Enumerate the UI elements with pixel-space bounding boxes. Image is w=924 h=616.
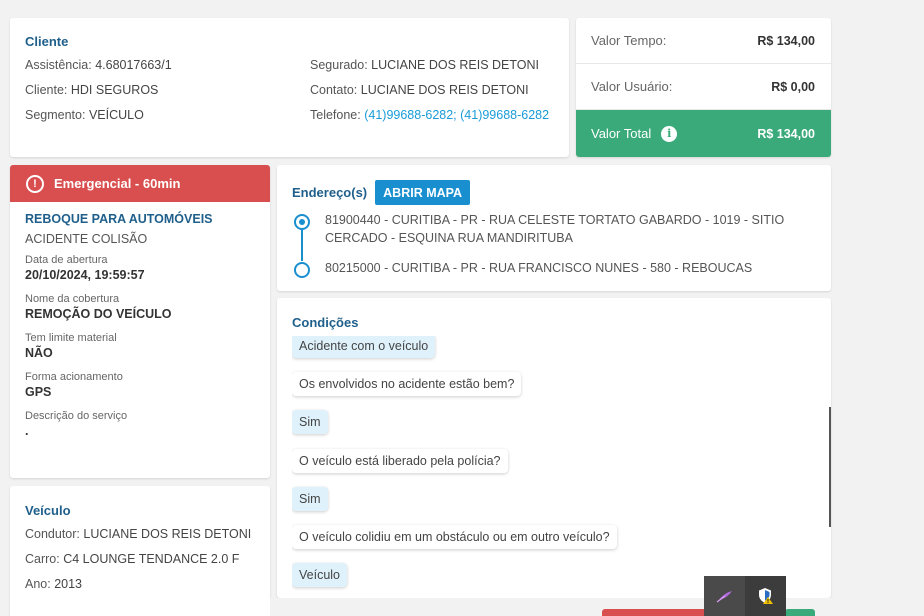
service-card: ! Emergencial - 60min REBOQUE PARA AUTOM… (10, 165, 270, 478)
insured-value: LUCIANE DOS REIS DETONI (371, 58, 540, 72)
vehicle-card: Veículo Condutor: LUCIANE DOS REIS DETON… (10, 486, 270, 616)
conditions-scrollbar[interactable] (829, 407, 831, 527)
contact-value: LUCIANE DOS REIS DETONI (360, 83, 529, 97)
time-value-row: Valor Tempo: R$ 134,00 (576, 18, 831, 64)
confirm-button[interactable] (785, 609, 815, 616)
user-value-label: Valor Usuário: (591, 79, 673, 94)
assistance-label: Assistência: (25, 58, 92, 72)
address-card: Endereço(s) ABRIR MAPA 81900440 - CURITI… (277, 165, 831, 291)
total-value: R$ 134,00 (757, 126, 815, 141)
segment-label: Segmento: (25, 108, 86, 122)
shield-warning-icon (758, 588, 773, 604)
assistance-row: Assistência: 4.68017663/1 (25, 53, 310, 78)
shield-warning-icon[interactable] (745, 576, 786, 616)
field-value: GPS (25, 385, 52, 399)
contact-label: Contato: (310, 83, 358, 97)
client-row: Cliente: HDI SEGUROS (25, 78, 310, 103)
answer-bubble: Acidente com o veículo (292, 336, 436, 358)
address-text: 80215000 - CURITIBA - PR - RUA FRANCISCO… (325, 261, 753, 275)
user-value-row: Valor Usuário: R$ 0,00 (576, 64, 831, 110)
field-value: NÃO (25, 346, 53, 360)
driver-value: LUCIANE DOS REIS DETONI (83, 527, 252, 541)
question-bubble: O veículo está liberado pela polícia? (292, 449, 508, 473)
time-value-label: Valor Tempo: (591, 33, 667, 48)
time-value: R$ 134,00 (757, 33, 815, 48)
feather-pen-icon[interactable] (704, 576, 745, 616)
emergency-label: Emergencial - 60min (54, 176, 181, 191)
service-title: REBOQUE PARA AUTOMÓVEIS (25, 212, 213, 226)
bottom-action-bar (270, 598, 924, 616)
floating-tray (704, 576, 786, 616)
conditions-title: Condições (292, 315, 359, 330)
field-label: Descrição do serviço (25, 410, 128, 422)
emergency-badge: ! Emergencial - 60min (10, 165, 270, 202)
insured-label: Segurado: (310, 58, 368, 72)
values-card: Valor Tempo: R$ 134,00 Valor Usuário: R$… (576, 18, 831, 157)
conditions-card: Condições Acidente com o veículo Os envo… (277, 298, 831, 598)
field-label: Data de abertura (25, 254, 108, 266)
question-bubble: Os envolvidos no acidente estão bem? (292, 372, 522, 396)
address-item: 80215000 - CURITIBA - PR - RUA FRANCISCO… (292, 259, 816, 278)
alert-circle-icon: ! (26, 174, 44, 193)
open-map-button[interactable]: ABRIR MAPA (375, 180, 471, 205)
field-value: . (25, 424, 29, 438)
phone-link[interactable]: (41)99688-6282; (41)99688-6282 (364, 108, 549, 122)
driver-row: Condutor: LUCIANE DOS REIS DETONI (25, 522, 255, 547)
contact-row: Contato: LUCIANE DOS REIS DETONI (310, 78, 549, 103)
year-row: Ano: 2013 (25, 572, 255, 597)
driver-label: Condutor: (25, 527, 80, 541)
phone-label: Telefone: (310, 108, 361, 122)
address-item: 81900440 - CURITIBA - PR - RUA CELESTE T… (292, 211, 816, 247)
car-value: C4 LOUNGE TENDANCE 2.0 F (63, 552, 240, 566)
origin-marker-icon (294, 214, 310, 230)
field-value: 20/10/2024, 19:59:57 (25, 268, 145, 282)
year-label: Ano: (25, 577, 51, 591)
address-text: 81900440 - CURITIBA - PR - RUA CELESTE T… (325, 213, 785, 245)
answer-bubble: Sim (292, 410, 328, 434)
total-value-row: Valor Total i R$ 134,00 (576, 110, 831, 157)
client-card: Cliente Assistência: 4.68017663/1 Client… (10, 18, 569, 157)
field-label: Nome da cobertura (25, 293, 120, 305)
conditions-chat[interactable]: Acidente com o veículo Os envolvidos no … (292, 336, 816, 598)
answer-bubble: Sim (292, 487, 328, 511)
client-label: Cliente: (25, 83, 68, 97)
vehicle-title: Veículo (25, 503, 71, 518)
phone-row: Telefone: (41)99688-6282; (41)99688-6282 (310, 103, 549, 128)
segment-value: VEÍCULO (88, 108, 144, 122)
client-title: Cliente (25, 34, 69, 49)
car-row: Carro: C4 LOUNGE TENDANCE 2.0 F (25, 547, 255, 572)
answer-bubble: Veículo (292, 563, 348, 587)
client-value: HDI SEGUROS (70, 83, 159, 97)
address-title: Endereço(s) (292, 185, 368, 200)
field-label: Tem limite material (25, 332, 117, 344)
insured-row: Segurado: LUCIANE DOS REIS DETONI (310, 53, 549, 78)
total-value-label: Valor Total (591, 126, 652, 141)
car-label: Carro: (25, 552, 60, 566)
service-subtitle: ACIDENTE COLISÃO (25, 232, 148, 246)
user-value: R$ 0,00 (771, 79, 815, 94)
field-label: Forma acionamento (25, 371, 123, 383)
cancel-button[interactable] (602, 609, 712, 616)
question-bubble: O veículo colidiu em um obstáculo ou em … (292, 525, 617, 549)
year-value: 2013 (54, 577, 83, 591)
destination-marker-icon (294, 262, 310, 278)
info-icon[interactable]: i (661, 125, 678, 142)
assistance-value: 4.68017663/1 (95, 58, 172, 72)
feather-pen-icon (716, 591, 732, 603)
segment-row: Segmento: VEÍCULO (25, 103, 310, 128)
address-list: 81900440 - CURITIBA - PR - RUA CELESTE T… (292, 211, 816, 278)
field-value: REMOÇÃO DO VEÍCULO (25, 307, 172, 321)
